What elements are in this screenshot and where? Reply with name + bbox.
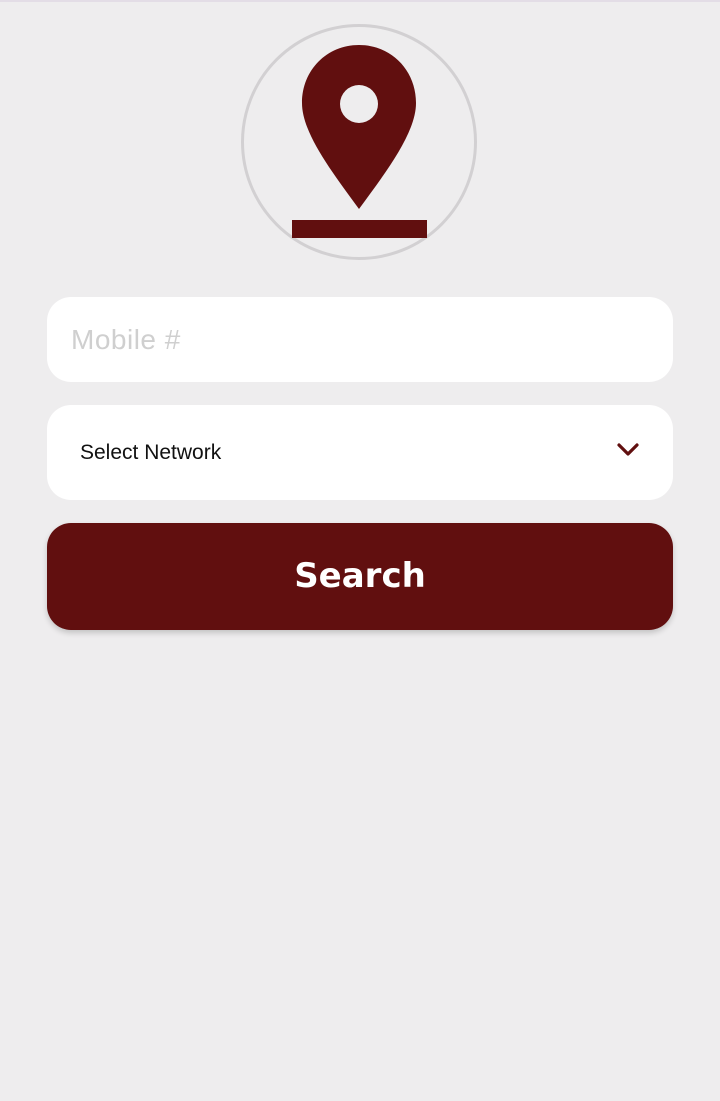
- mobile-input[interactable]: [71, 297, 649, 382]
- top-divider: [0, 0, 720, 2]
- network-select[interactable]: Select Network: [47, 405, 673, 500]
- mobile-field[interactable]: [47, 297, 673, 382]
- network-select-label: Select Network: [80, 441, 222, 464]
- location-pin-icon: [292, 45, 427, 238]
- chevron-down-icon: [617, 443, 639, 456]
- logo: [241, 24, 477, 260]
- search-button[interactable]: Search: [47, 523, 673, 630]
- search-button-label: Search: [294, 556, 426, 596]
